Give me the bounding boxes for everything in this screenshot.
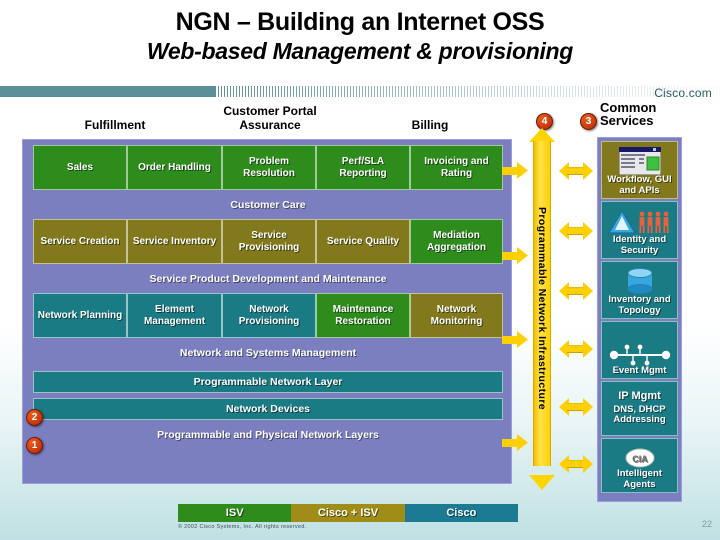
matrix-row-2: Service Creation Service Inventory Servi… bbox=[33, 219, 503, 264]
cell-sales[interactable]: Sales bbox=[33, 145, 127, 190]
slide-number: 22 bbox=[701, 519, 712, 529]
legend-item-cisco: Cisco bbox=[404, 504, 518, 522]
title-line-1: NGN – Building an Internet OSS bbox=[175, 8, 545, 36]
band-service-product-development: Service Product Development and Maintena… bbox=[149, 273, 387, 285]
common-service-label: Event Mgmt bbox=[612, 364, 667, 376]
header-billing: Billing bbox=[411, 118, 449, 132]
marker-2: 2 bbox=[26, 409, 43, 426]
shield-people-icon bbox=[607, 209, 672, 235]
arrow-link-workflow bbox=[559, 162, 593, 180]
common-service-event-mgmt[interactable]: Event Mgmt bbox=[601, 321, 678, 379]
arrow-link-inventory-topology bbox=[559, 282, 593, 300]
arrow-row2-to-infrastructure bbox=[502, 247, 528, 264]
cell-order-handling[interactable]: Order Handling bbox=[127, 145, 222, 190]
matrix-row-3: Network Planning Element Management Netw… bbox=[33, 293, 503, 338]
band-customer-care: Customer Care bbox=[230, 199, 306, 211]
header-customer-portal: Customer Portal bbox=[223, 104, 317, 118]
infrastructure-arrow-label: Programmable Network Infrastructure bbox=[536, 207, 548, 411]
common-service-intelligent-agents[interactable]: CIA Intelligent Agents bbox=[601, 438, 678, 493]
arrow-link-event-mgmt bbox=[559, 340, 593, 358]
common-service-identity-and-security[interactable]: Identity and Security bbox=[601, 201, 678, 259]
matrix-row-1: Sales Order Handling Problem Resolution … bbox=[33, 145, 503, 190]
arrow-network-devices-to-infrastructure bbox=[502, 434, 528, 451]
common-service-label: Intelligent Agents bbox=[617, 468, 662, 490]
marker-1: 1 bbox=[26, 437, 43, 454]
cell-element-management[interactable]: Element Management bbox=[127, 293, 222, 338]
cell-network-planning[interactable]: Network Planning bbox=[33, 293, 127, 338]
arrow-row3-to-infrastructure bbox=[502, 331, 528, 348]
database-cylinder-icon bbox=[625, 267, 655, 295]
common-services-heading-line1: Common bbox=[600, 100, 657, 115]
common-service-workflow-gui-apis[interactable]: Workflow, GUI and APIs bbox=[601, 141, 678, 199]
window-screenshot-icon bbox=[618, 147, 661, 176]
band-programmable-physical-network-layers: Programmable and Physical Network Layers bbox=[157, 428, 379, 441]
arrow-link-identity-security bbox=[559, 222, 593, 240]
slide-title: NGN – Building an Internet OSS Web-based… bbox=[0, 8, 720, 65]
arrow-link-ip-mgmt bbox=[559, 398, 593, 416]
network-nodes-icon bbox=[609, 344, 671, 366]
legend-item-isv: ISV bbox=[178, 504, 292, 522]
band-network-systems-management: Network and Systems Management bbox=[179, 347, 357, 359]
bar-programmable-network-layer[interactable]: Programmable Network Layer bbox=[33, 371, 503, 393]
cell-problem-resolution[interactable]: Problem Resolution bbox=[222, 145, 316, 190]
cell-mediation-aggregation[interactable]: Mediation Aggregation bbox=[410, 219, 503, 264]
common-service-label: Inventory and Topology bbox=[608, 294, 671, 316]
arrow-row1-to-infrastructure bbox=[502, 162, 528, 179]
common-service-label: Identity and Security bbox=[612, 234, 667, 256]
common-service-sublabel: DNS, DHCP Addressing bbox=[613, 403, 666, 426]
cell-service-creation[interactable]: Service Creation bbox=[33, 219, 127, 264]
brand-label: Cisco.com bbox=[654, 86, 712, 100]
common-services-panel: Workflow, GUI and APIs Identity and Secu… bbox=[597, 137, 682, 502]
cell-network-provisioning[interactable]: Network Provisioning bbox=[222, 293, 316, 338]
teal-solid-segment bbox=[0, 86, 215, 97]
svg-text:CIA: CIA bbox=[632, 454, 648, 464]
marker-3: 3 bbox=[580, 113, 597, 130]
common-service-label: Workflow, GUI and APIs bbox=[607, 174, 672, 196]
common-service-inventory-and-topology[interactable]: Inventory and Topology bbox=[601, 261, 678, 319]
cell-invoicing-and-rating[interactable]: Invoicing and Rating bbox=[410, 145, 503, 190]
header-fulfillment: Fulfillment bbox=[84, 118, 146, 132]
legend-item-cisco-plus-isv: Cisco + ISV bbox=[291, 504, 405, 522]
common-service-label: IP Mgmt bbox=[618, 389, 661, 402]
legend: ISV Cisco + ISV Cisco bbox=[178, 504, 518, 522]
cell-service-provisioning[interactable]: Service Provisioning bbox=[222, 219, 316, 264]
cell-perf-sla-reporting[interactable]: Perf/SLA Reporting bbox=[316, 145, 410, 190]
title-line-2: Web-based Management & provisioning bbox=[146, 37, 574, 64]
cell-maintenance-restoration[interactable]: Maintenance Restoration bbox=[316, 293, 410, 338]
common-services-heading: Common Services bbox=[600, 101, 656, 128]
common-services-heading-line2: Services bbox=[600, 113, 654, 129]
cell-network-monitoring[interactable]: Network Monitoring bbox=[410, 293, 503, 338]
header-assurance: Assurance bbox=[239, 118, 301, 132]
common-service-ip-mgmt[interactable]: IP Mgmt DNS, DHCP Addressing bbox=[601, 381, 678, 436]
bar-network-devices[interactable]: Network Devices bbox=[33, 398, 503, 420]
teal-hatched-segment bbox=[215, 86, 720, 97]
teal-divider-bar bbox=[0, 86, 720, 97]
oss-matrix: Sales Order Handling Problem Resolution … bbox=[22, 139, 512, 484]
arrow-link-intelligent-agents bbox=[559, 455, 593, 473]
copyright-notice: © 2002 Cisco Systems, Inc. All rights re… bbox=[178, 524, 307, 530]
cell-service-inventory[interactable]: Service Inventory bbox=[127, 219, 222, 264]
cell-service-quality[interactable]: Service Quality bbox=[316, 219, 410, 264]
cia-badge-icon: CIA bbox=[623, 447, 657, 469]
